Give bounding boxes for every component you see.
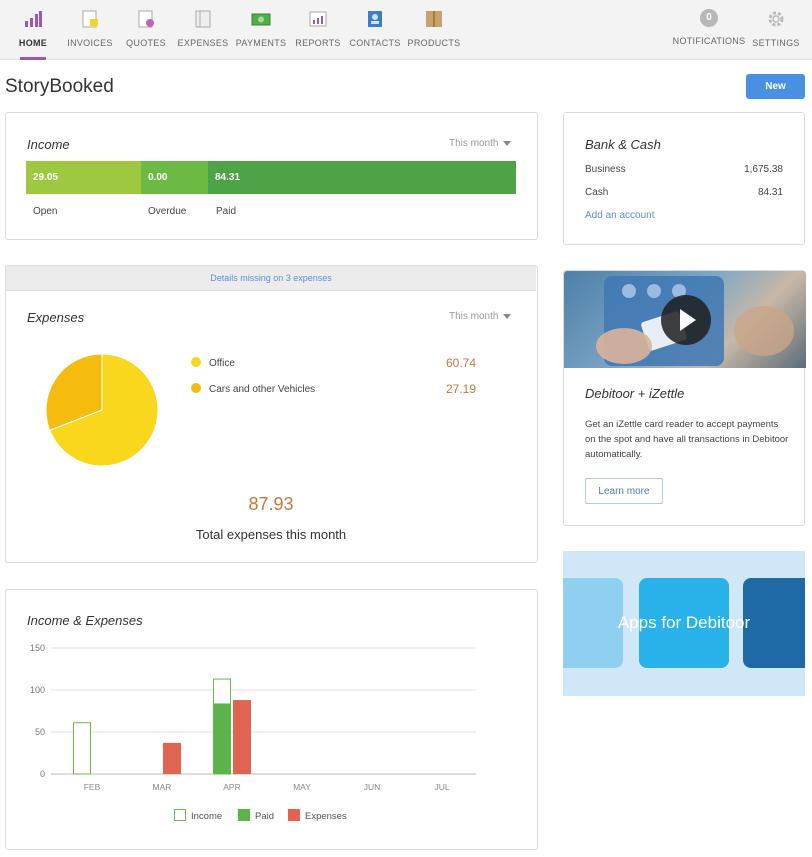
- nav-invoices[interactable]: INVOICES: [66, 0, 114, 60]
- income-overdue-segment[interactable]: 0.00: [141, 161, 208, 194]
- expenses-icon: [193, 9, 213, 29]
- promo-video[interactable]: [564, 271, 806, 368]
- expense-amount-office: 60.74: [446, 356, 477, 370]
- y-tick-label: 150: [30, 643, 45, 653]
- invoices-icon: [80, 9, 100, 29]
- expenses-total-value: 87.93: [248, 494, 294, 514]
- y-tick-label: 100: [30, 685, 45, 695]
- expense-amount-vehicles: 27.19: [446, 382, 477, 396]
- nav-reports[interactable]: REPORTS: [295, 0, 341, 60]
- notifications-badge-icon: 0: [700, 9, 718, 27]
- income-title: Income: [27, 137, 70, 152]
- nav-quotes-label: QUOTES: [126, 38, 166, 48]
- apps-banner[interactable]: Apps for Debitoor: [563, 551, 805, 696]
- quotes-icon: [136, 9, 156, 29]
- income-paid-value: 84.31: [215, 172, 241, 183]
- page-title: StoryBooked: [5, 76, 114, 97]
- income-open-value: 29.05: [33, 172, 59, 183]
- nav-notifications[interactable]: 0 NOTIFICATIONS: [672, 0, 746, 60]
- legend-label-expenses: Expenses: [305, 811, 347, 822]
- nav-expenses[interactable]: EXPENSES: [177, 0, 229, 60]
- legend-swatch-income: [174, 809, 186, 821]
- income-paid-label: Paid: [216, 206, 237, 217]
- nav-invoices-label: INVOICES: [67, 38, 113, 48]
- income-period-select[interactable]: This month: [449, 138, 512, 149]
- apps-banner-text: Apps for Debitoor: [617, 613, 751, 632]
- bar-expenses-apr[interactable]: [233, 700, 251, 774]
- vehicles-dot-icon: [191, 383, 201, 393]
- bank-account-amount: 1,675.38: [744, 164, 783, 175]
- office-dot-icon: [191, 357, 201, 367]
- nav-expenses-label: EXPENSES: [177, 38, 229, 48]
- legend-label-paid: Paid: [255, 811, 274, 822]
- bank-cash-card: Bank & Cash Business 1,675.38 Cash 84.31…: [563, 112, 805, 245]
- x-tick-label: MAY: [293, 782, 311, 792]
- nav-contacts-label: CONTACTS: [349, 38, 401, 48]
- income-open-label: Open: [33, 206, 58, 217]
- contacts-icon: [365, 9, 385, 29]
- products-icon: [424, 9, 444, 29]
- legend-swatch-expenses: [288, 809, 300, 821]
- x-tick-label: JUN: [364, 782, 381, 792]
- expense-category-vehicles: Cars and other Vehicles: [209, 384, 316, 395]
- income-expenses-bar-chart: 0 50 100 150 FEB MAR APR MAY JUN JUL Income Paid Exp…: [30, 643, 476, 822]
- nav-settings[interactable]: SETTINGS: [752, 0, 800, 60]
- nav-products[interactable]: PRODUCTS: [408, 0, 460, 60]
- nav-quotes[interactable]: QUOTES: [126, 0, 166, 60]
- nav-notifications-label: NOTIFICATIONS: [672, 36, 746, 46]
- x-tick-label: FEB: [84, 782, 101, 792]
- nav-reports-label: REPORTS: [295, 38, 341, 48]
- gear-icon: [766, 9, 786, 29]
- promo-title: Debitoor + iZettle: [585, 386, 685, 401]
- learn-more-button[interactable]: Learn more: [585, 478, 663, 504]
- izettle-promo-card: Debitoor + iZettle Get an iZettle card r…: [563, 270, 806, 526]
- income-expenses-card: Income & Expenses 0 50 100 150 FEB MAR APR MAY J…: [5, 589, 538, 850]
- y-tick-label: 50: [35, 727, 45, 737]
- bank-account-name: Business: [585, 164, 626, 175]
- expense-legend-office: Office: [191, 357, 235, 369]
- expense-legend-vehicles: Cars and other Vehicles: [191, 383, 315, 395]
- nav-payments-label: PAYMENTS: [235, 38, 287, 48]
- payments-icon: [251, 9, 271, 29]
- bank-cash-title: Bank & Cash: [585, 137, 661, 152]
- chevron-down-icon: [503, 140, 512, 146]
- promo-text: Get an iZettle card reader to accept pay…: [585, 419, 789, 460]
- expenses-total-label: Total expenses this month: [195, 527, 347, 542]
- nav-home-label: HOME: [18, 38, 48, 48]
- y-tick-label: 0: [40, 769, 45, 779]
- income-overdue-label: Overdue: [148, 206, 187, 217]
- nav-settings-label: SETTINGS: [752, 38, 800, 48]
- x-tick-label: JUL: [434, 782, 449, 792]
- bar-income-feb[interactable]: [73, 722, 91, 775]
- income-bar: 29.05 0.00 84.31: [26, 161, 516, 194]
- legend-label-income: Income: [191, 811, 222, 822]
- expenses-card: Details missing on 3 expenses Expenses T…: [5, 265, 538, 563]
- x-tick-label: APR: [223, 782, 240, 792]
- income-period-label: This month: [449, 138, 499, 149]
- add-account-link[interactable]: Add an account: [585, 210, 655, 221]
- nav-contacts[interactable]: CONTACTS: [349, 0, 401, 60]
- top-navigation: HOME INVOICES QUOTES EXPENSES PAYMENTS R…: [0, 0, 812, 60]
- income-open-segment[interactable]: 29.05: [26, 161, 141, 194]
- bank-account-row[interactable]: Business 1,675.38: [585, 164, 783, 175]
- home-bars-icon: [23, 9, 43, 29]
- cash-account-row[interactable]: Cash 84.31: [585, 187, 783, 198]
- bar-expenses-mar[interactable]: [163, 742, 181, 774]
- income-overdue-value: 0.00: [148, 172, 168, 183]
- bar-paid-apr[interactable]: [213, 703, 231, 774]
- income-card: Income This month 29.05 0.00 84.31 Open …: [5, 112, 538, 240]
- nav-products-label: PRODUCTS: [407, 38, 461, 48]
- expense-category-office: Office: [209, 358, 235, 369]
- play-icon[interactable]: [661, 295, 711, 345]
- reports-icon: [308, 9, 328, 29]
- legend-swatch-paid: [238, 809, 250, 821]
- new-button[interactable]: New: [746, 74, 805, 99]
- expenses-pie-chart: [45, 353, 159, 467]
- nav-payments[interactable]: PAYMENTS: [236, 0, 286, 60]
- income-paid-segment[interactable]: 84.31: [208, 161, 516, 194]
- x-tick-label: MAR: [153, 782, 172, 792]
- cash-account-name: Cash: [585, 187, 609, 198]
- nav-home[interactable]: HOME: [14, 0, 52, 60]
- cash-account-amount: 84.31: [757, 187, 783, 198]
